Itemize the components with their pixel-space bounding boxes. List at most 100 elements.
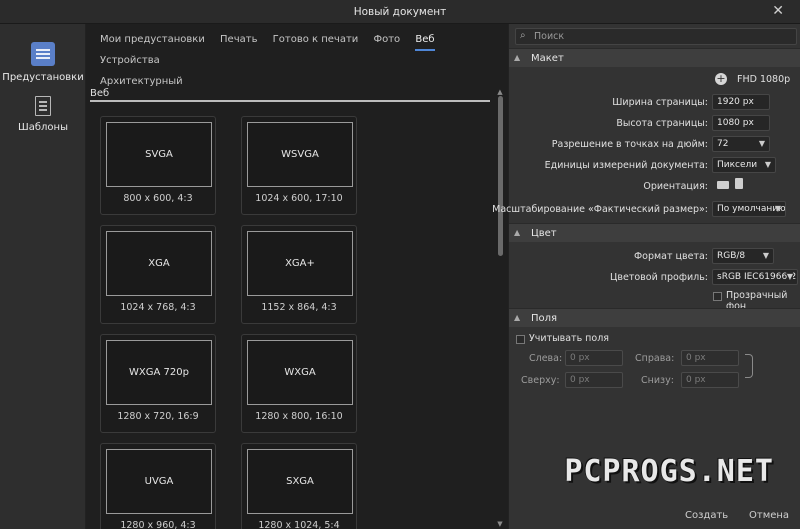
preset-card[interactable]: SXGA 1280 x 1024, 5:4 (241, 443, 357, 529)
tab-devices[interactable]: Устройства (100, 55, 160, 67)
collapse-icon: ▲ (514, 228, 521, 237)
margin-right-label: Справа: (635, 353, 675, 364)
presets-scrollbar[interactable]: ▲ ▼ (496, 88, 504, 528)
templates-icon (35, 96, 51, 116)
units-value: Пиксели (717, 160, 758, 170)
color-profile-value: sRGB IEC61966-2.1 (717, 272, 798, 282)
cancel-button[interactable]: Отмена (749, 510, 789, 521)
preset-card[interactable]: WXGA 1280 x 800, 16:10 (241, 334, 357, 433)
preset-name: WSVGA (247, 122, 353, 187)
link-margins-icon[interactable] (745, 354, 753, 378)
presets-icon (31, 42, 55, 66)
color-profile-select[interactable]: sRGB IEC61966-2.1 ▼ (712, 269, 798, 285)
scroll-down-icon[interactable]: ▼ (496, 520, 504, 528)
tab-architectural[interactable]: Архитектурный (100, 76, 183, 88)
margin-right-field[interactable]: 0 px (681, 350, 739, 366)
section-layout-title: Макет (531, 53, 564, 64)
left-nav: Предустановки Шаблоны (0, 24, 86, 529)
preset-name: UVGA (106, 449, 212, 514)
nav-item-label: Шаблоны (18, 122, 68, 133)
preset-card[interactable]: SVGA 800 x 600, 4:3 (100, 116, 216, 215)
search-placeholder: Поиск (534, 31, 565, 42)
preset-caption: 1280 x 720, 16:9 (117, 411, 199, 422)
page-height-field[interactable]: 1080 px (712, 115, 770, 131)
transparent-bg-checkbox[interactable] (713, 292, 722, 301)
section-color-header[interactable]: ▲ Цвет (509, 223, 800, 242)
page-height-label: Высота страницы: (616, 118, 708, 129)
preset-caption: 800 x 600, 4:3 (123, 193, 193, 204)
chevron-down-icon: ▼ (758, 139, 765, 148)
dpi-select[interactable]: 72 ▼ (712, 136, 770, 152)
margin-bottom-field[interactable]: 0 px (681, 372, 739, 388)
margin-left-label: Слева: (529, 353, 563, 364)
units-label: Единицы измерений документа: (544, 160, 708, 171)
add-preset-icon[interactable]: + (715, 73, 727, 85)
window-title: Новый документ (353, 6, 447, 18)
units-select[interactable]: Пиксели ▼ (712, 157, 776, 173)
landscape-icon[interactable] (717, 181, 729, 189)
scroll-up-icon[interactable]: ▲ (496, 88, 504, 96)
section-color-title: Цвет (531, 228, 557, 239)
preset-name: XGA (106, 231, 212, 296)
nav-item-templates[interactable]: Шаблоны (0, 96, 86, 133)
preset-caption: 1024 x 600, 17:10 (255, 193, 343, 204)
page-width-label: Ширина страницы: (612, 97, 708, 108)
scrollbar-thumb[interactable] (498, 96, 503, 256)
scaling-label: Масштабирование «Фактический размер»: (492, 204, 708, 215)
chevron-down-icon: ▼ (786, 270, 793, 284)
preset-caption: 1280 x 960, 4:3 (120, 520, 196, 529)
use-margins-label: Учитывать поля (529, 333, 609, 344)
portrait-icon[interactable] (735, 178, 743, 189)
section-margins-title: Поля (531, 313, 558, 324)
color-format-value: RGB/8 (717, 251, 746, 261)
scaling-select[interactable]: По умолчанию ▼ (712, 201, 786, 217)
preset-caption: 1152 x 864, 4:3 (261, 302, 337, 313)
collapse-icon: ▲ (514, 313, 521, 322)
preset-card[interactable]: WXGA 720p 1280 x 720, 16:9 (100, 334, 216, 433)
presets-panel: Мои предустановки Печать Готово к печати… (86, 24, 508, 529)
preset-name-label: FHD 1080p (737, 74, 791, 85)
preset-name: XGA+ (247, 231, 353, 296)
preset-name: SXGA (247, 449, 353, 514)
margin-top-label: Сверху: (521, 375, 560, 386)
use-margins-checkbox[interactable] (516, 335, 525, 344)
orientation-label: Ориентация: (643, 181, 708, 192)
margin-bottom-label: Снизу: (641, 375, 674, 386)
preset-card[interactable]: XGA 1024 x 768, 4:3 (100, 225, 216, 324)
nav-item-presets[interactable]: Предустановки (0, 42, 86, 83)
preset-caption: 1280 x 800, 16:10 (255, 411, 343, 422)
collapse-icon: ▲ (514, 53, 521, 62)
section-margins-header[interactable]: ▲ Поля (509, 308, 800, 327)
dpi-label: Разрешение в точках на дюйм: (551, 139, 708, 150)
margin-left-field[interactable]: 0 px (565, 350, 623, 366)
chevron-down-icon: ▼ (774, 204, 781, 213)
preset-card[interactable]: XGA+ 1152 x 864, 4:3 (241, 225, 357, 324)
section-title: Веб (90, 88, 110, 99)
section-divider (90, 100, 490, 102)
section-layout-header[interactable]: ▲ Макет (509, 48, 800, 67)
preset-name: WXGA (247, 340, 353, 405)
create-button[interactable]: Создать (685, 510, 728, 521)
preset-caption: 1024 x 768, 4:3 (120, 302, 196, 313)
tab-my-presets[interactable]: Мои предустановки (100, 34, 205, 46)
preset-name: SVGA (106, 122, 212, 187)
preset-card[interactable]: UVGA 1280 x 960, 4:3 (100, 443, 216, 529)
chevron-down-icon: ▼ (764, 160, 771, 169)
title-bar: Новый документ ✕ (0, 0, 800, 24)
preset-caption: 1280 x 1024, 5:4 (258, 520, 340, 529)
preset-name: WXGA 720p (106, 340, 212, 405)
dpi-value: 72 (717, 139, 729, 149)
tab-photo[interactable]: Фото (373, 34, 400, 46)
watermark-logo: PCPROGS.NET (564, 454, 774, 489)
tab-print[interactable]: Печать (220, 34, 257, 46)
page-width-field[interactable]: 1920 px (712, 94, 770, 110)
margin-top-field[interactable]: 0 px (565, 372, 623, 388)
color-format-label: Формат цвета: (633, 251, 708, 262)
tab-press-ready[interactable]: Готово к печати (273, 34, 359, 46)
color-profile-label: Цветовой профиль: (610, 272, 708, 283)
search-input[interactable]: ⌕ Поиск (515, 28, 797, 45)
preset-card[interactable]: WSVGA 1024 x 600, 17:10 (241, 116, 357, 215)
close-icon[interactable]: ✕ (772, 3, 784, 19)
color-format-select[interactable]: RGB/8 ▼ (712, 248, 774, 264)
tab-web[interactable]: Веб (415, 34, 435, 51)
